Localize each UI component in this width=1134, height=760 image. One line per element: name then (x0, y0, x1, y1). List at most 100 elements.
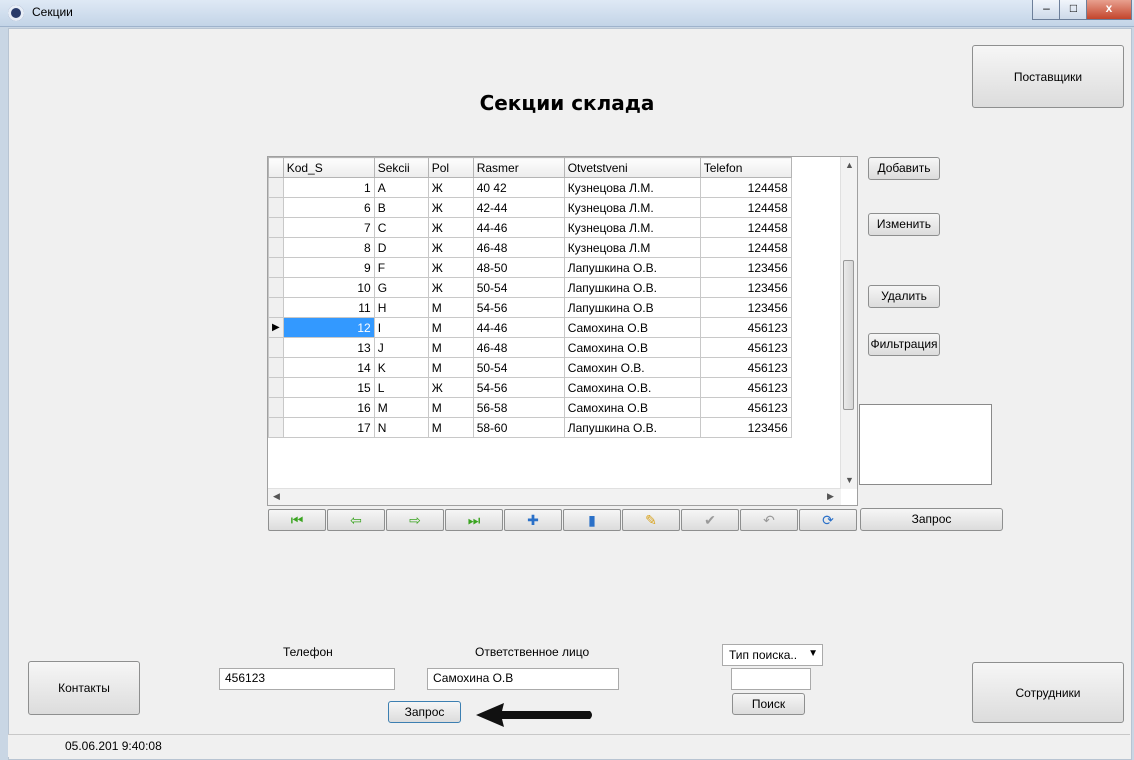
table-cell[interactable]: 456123 (699, 357, 792, 378)
table-cell[interactable]: 40 42 (472, 177, 565, 198)
post-record-button[interactable]: ✔ (681, 509, 739, 531)
delete-button[interactable]: Удалить (868, 285, 940, 308)
table-row[interactable]: 7 C Ж 44-46 Кузнецова Л.М. 124458 (268, 217, 792, 238)
table-cell[interactable]: Ж (427, 177, 474, 198)
row-indicator[interactable] (268, 337, 284, 358)
table-cell[interactable]: 54-56 (472, 377, 565, 398)
row-indicator[interactable] (268, 217, 284, 238)
table-cell[interactable]: B (373, 197, 429, 218)
row-indicator[interactable] (268, 257, 284, 278)
table-cell[interactable]: M (427, 337, 474, 358)
table-cell[interactable]: L (373, 377, 429, 398)
table-cell[interactable]: 11 (282, 297, 375, 318)
navigator-query-button[interactable]: Запрос (860, 508, 1003, 531)
cancel-record-button[interactable]: ↶ (740, 509, 798, 531)
table-cell[interactable]: Ж (427, 217, 474, 238)
edit-record-button[interactable]: ✎ (622, 509, 680, 531)
minimize-button[interactable]: – (1032, 0, 1061, 20)
table-row[interactable]: 14 K M 50-54 Самохин О.В. 456123 (268, 357, 792, 378)
table-row[interactable]: 10 G Ж 50-54 Лапушкина О.В. 123456 (268, 277, 792, 298)
table-cell[interactable]: K (373, 357, 429, 378)
responsible-field[interactable]: Самохина О.В (427, 668, 619, 690)
table-cell[interactable]: Самохина О.В (563, 317, 701, 338)
table-cell[interactable]: 1 (282, 177, 375, 198)
table-cell[interactable]: J (373, 337, 429, 358)
table-cell[interactable]: 124458 (699, 217, 792, 238)
query-button[interactable]: Запрос (388, 701, 461, 723)
table-cell[interactable]: Ж (427, 237, 474, 258)
add-button[interactable]: Добавить (868, 157, 940, 180)
table-cell[interactable]: 9 (282, 257, 375, 278)
table-cell[interactable]: M (427, 397, 474, 418)
phone-field[interactable]: 456123 (219, 668, 395, 690)
table-cell[interactable]: H (373, 297, 429, 318)
table-cell[interactable]: 12 (282, 317, 375, 338)
table-cell[interactable]: 58-60 (472, 417, 565, 438)
column-header[interactable]: Telefon (699, 157, 792, 178)
table-row[interactable]: 17 N M 58-60 Лапушкина О.В. 123456 (268, 417, 792, 438)
scroll-left-icon[interactable]: ◀ (273, 491, 280, 502)
maximize-button[interactable]: □ (1059, 0, 1088, 20)
table-cell[interactable]: 54-56 (472, 297, 565, 318)
table-cell[interactable]: 456123 (699, 397, 792, 418)
table-cell[interactable]: 124458 (699, 177, 792, 198)
table-cell[interactable]: 46-48 (472, 237, 565, 258)
table-row[interactable]: 8 D Ж 46-48 Кузнецова Л.М 124458 (268, 237, 792, 258)
column-header[interactable]: Otvetstveni (563, 157, 701, 178)
table-cell[interactable]: 15 (282, 377, 375, 398)
table-cell[interactable]: D (373, 237, 429, 258)
table-row[interactable]: 1 A Ж 40 42 Кузнецова Л.М. 124458 (268, 177, 792, 198)
prior-record-button[interactable]: ⇦ (327, 509, 385, 531)
table-cell[interactable]: 14 (282, 357, 375, 378)
row-indicator[interactable] (268, 277, 284, 298)
table-cell[interactable]: Ж (427, 277, 474, 298)
table-cell[interactable]: Кузнецова Л.М. (563, 217, 701, 238)
table-cell[interactable]: 48-50 (472, 257, 565, 278)
table-cell[interactable]: 124458 (699, 237, 792, 258)
table-cell[interactable]: Кузнецова Л.М. (563, 177, 701, 198)
table-cell[interactable]: M (427, 317, 474, 338)
table-row[interactable]: 6 B Ж 42-44 Кузнецова Л.М. 124458 (268, 197, 792, 218)
table-cell[interactable]: Кузнецова Л.М (563, 237, 701, 258)
table-cell[interactable]: 50-54 (472, 357, 565, 378)
table-row[interactable]: 15 L Ж 54-56 Самохина О.В. 456123 (268, 377, 792, 398)
table-cell[interactable]: Ж (427, 257, 474, 278)
scroll-up-icon[interactable]: ▲ (845, 160, 854, 170)
scroll-right-icon[interactable]: ▶ (827, 491, 834, 502)
table-cell[interactable]: C (373, 217, 429, 238)
table-cell[interactable]: 13 (282, 337, 375, 358)
table-cell[interactable]: I (373, 317, 429, 338)
table-cell[interactable]: 456123 (699, 377, 792, 398)
table-cell[interactable]: Самохина О.В. (563, 377, 701, 398)
contacts-button[interactable]: Контакты (28, 661, 140, 715)
filter-button[interactable]: Фильтрация (868, 333, 940, 356)
scroll-thumb[interactable] (843, 260, 854, 410)
column-header[interactable]: Kod_S (282, 157, 375, 178)
table-cell[interactable]: 123456 (699, 257, 792, 278)
table-cell[interactable]: Лапушкина О.В. (563, 417, 701, 438)
row-indicator[interactable] (268, 237, 284, 258)
column-header[interactable]: Rasmer (472, 157, 565, 178)
table-cell[interactable]: Самохина О.В (563, 337, 701, 358)
table-cell[interactable]: F (373, 257, 429, 278)
table-cell[interactable]: N (373, 417, 429, 438)
table-row[interactable]: 13 J M 46-48 Самохина О.В 456123 (268, 337, 792, 358)
table-cell[interactable]: 123456 (699, 297, 792, 318)
table-cell[interactable]: 123456 (699, 417, 792, 438)
table-row[interactable]: 9 F Ж 48-50 Лапушкина О.В. 123456 (268, 257, 792, 278)
edit-button[interactable]: Изменить (868, 213, 940, 236)
table-cell[interactable]: 50-54 (472, 277, 565, 298)
table-cell[interactable]: A (373, 177, 429, 198)
table-cell[interactable]: 123456 (699, 277, 792, 298)
table-cell[interactable]: M (427, 417, 474, 438)
table-cell[interactable]: Лапушкина О.В. (563, 277, 701, 298)
table-cell[interactable]: 6 (282, 197, 375, 218)
row-indicator[interactable] (268, 197, 284, 218)
employees-button[interactable]: Сотрудники (972, 662, 1124, 723)
column-header[interactable]: Sekcii (373, 157, 429, 178)
table-row[interactable]: 11 H M 54-56 Лапушкина О.В 123456 (268, 297, 792, 318)
table-cell[interactable]: Лапушкина О.В (563, 297, 701, 318)
scroll-down-icon[interactable]: ▼ (845, 475, 854, 485)
search-input[interactable] (731, 668, 811, 690)
column-header[interactable]: Pol (427, 157, 474, 178)
